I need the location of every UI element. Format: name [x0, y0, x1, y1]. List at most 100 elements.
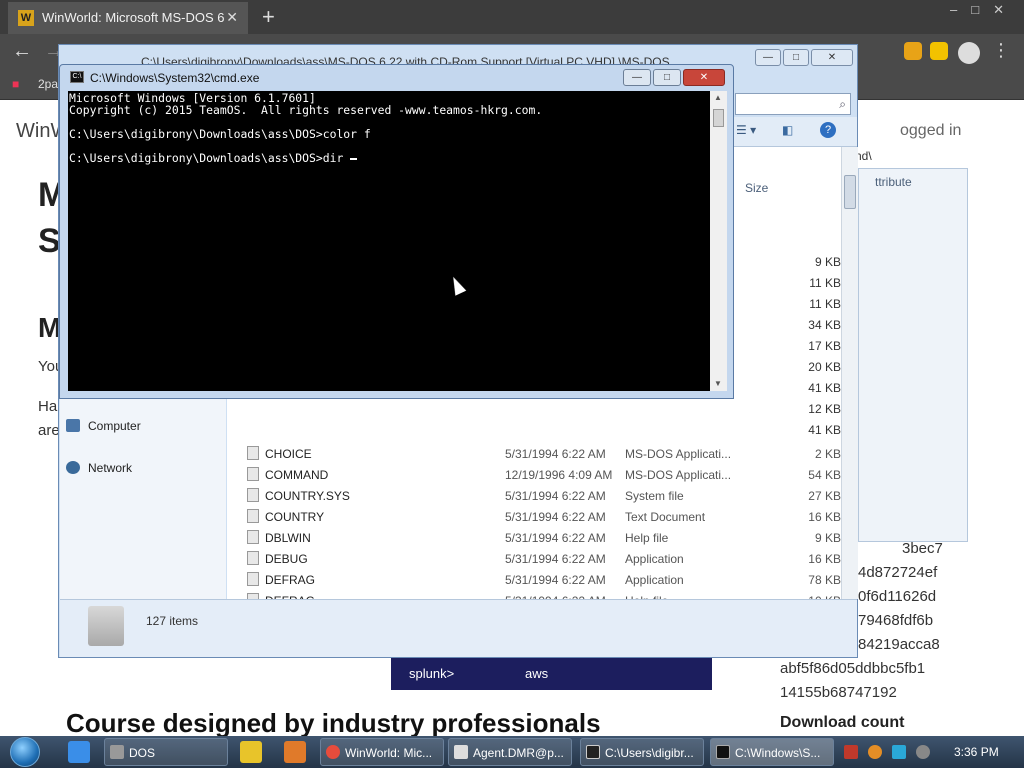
file-name: CHOICE	[265, 447, 312, 461]
nav-item-network[interactable]: Network	[66, 461, 132, 475]
path-fragment: nd\	[855, 149, 872, 163]
file-icon	[247, 446, 259, 460]
browser-window-controls[interactable]: –□✕	[950, 2, 1018, 18]
file-row[interactable]: DBLWIN 5/31/1994 6:22 AM Help file 9 KB	[227, 527, 841, 548]
file-date: 5/31/1994 6:22 AM	[505, 552, 606, 566]
hash-line: 4d872724ef	[858, 564, 938, 581]
file-icon	[247, 509, 259, 523]
internet-explorer-icon[interactable]	[68, 741, 90, 763]
back-arrow-icon[interactable]: ←	[12, 40, 32, 63]
winworld-favicon-icon: W	[18, 10, 34, 26]
browser-menu-icon[interactable]: ⋮	[992, 40, 1010, 61]
aws-logo: aws	[525, 666, 549, 681]
taskbar-button-winworld[interactable]: WinWorld: Mic...	[320, 738, 444, 766]
file-size-cell: 34 KB	[808, 318, 841, 332]
attribute-column-header[interactable]: ttribute	[875, 175, 912, 189]
file-row[interactable]: DEFRAG5/31/1994 6:22 AMHelp file10 KB	[227, 590, 841, 599]
file-name: DBLWIN	[265, 531, 311, 545]
taskbar-button-cmd[interactable]: C:\Windows\S...	[710, 738, 834, 766]
taskbar-button-7zip[interactable]: C:\Users\digibr...	[580, 738, 704, 766]
file-icon	[247, 467, 259, 481]
file-row[interactable]: COMMAND 12/19/1996 4:09 AM MS-DOS Applicat…	[227, 464, 841, 485]
file-size: 9 KB	[814, 531, 841, 545]
taskbar-button-label: WinWorld: Mic...	[345, 746, 433, 760]
console-output[interactable]: Microsoft Windows [Version 6.1.7601] Cop…	[68, 91, 710, 391]
file-type: Help file	[625, 531, 669, 545]
hash-line: 84219acca8	[858, 636, 940, 653]
login-status[interactable]: ogged in	[900, 122, 961, 140]
console-prompt-line[interactable]: C:\Users\digibrony\Downloads\ass\DOS>dir	[69, 152, 710, 164]
profile-avatar-icon[interactable]	[958, 42, 980, 64]
start-button[interactable]	[6, 736, 46, 768]
file-date: 5/31/1994 6:22 AM	[505, 447, 606, 461]
search-input[interactable]: ⌕	[735, 93, 851, 115]
extension-icon[interactable]	[904, 42, 922, 60]
scroll-up-icon[interactable]: ▲	[714, 93, 722, 102]
file-row[interactable]: COUNTRY 5/31/1994 6:22 AM Text Document 16 …	[227, 506, 841, 527]
page-text-fragment: are	[38, 422, 60, 439]
extension-icon[interactable]	[930, 42, 948, 60]
network-icon[interactable]	[892, 745, 906, 759]
file-size-cell: 41 KB	[808, 381, 841, 395]
taskbar-button-dos[interactable]: DOS	[104, 738, 228, 766]
file-date: 5/31/1994 6:22 AM	[505, 510, 606, 524]
scrollbar-thumb[interactable]	[713, 109, 724, 127]
browser-tab-winworld[interactable]: W WinWorld: Microsoft MS-DOS 6 ✕	[8, 2, 248, 34]
file-size-cell: 11 KB	[809, 297, 841, 311]
cmd-window: C:\ C:\Windows\System32\cmd.exe — □ ✕ Micr…	[59, 64, 734, 399]
maximize-button[interactable]: □	[783, 49, 809, 66]
close-button[interactable]: ✕	[811, 49, 853, 66]
app-icon[interactable]	[284, 741, 306, 763]
file-date: 5/31/1994 6:22 AM	[505, 489, 606, 503]
file-type: System file	[625, 489, 684, 503]
preview-pane-icon[interactable]: ◧	[782, 123, 793, 137]
console-scrollbar[interactable]: ▲ ▼	[710, 91, 727, 391]
close-button[interactable]: ✕	[683, 69, 725, 86]
file-name: COUNTRY.SYS	[265, 489, 350, 503]
help-icon[interactable]: ?	[820, 122, 836, 138]
file-row[interactable]: CHOICE 5/31/1994 6:22 AM MS-DOS Applicati.…	[227, 443, 841, 464]
minimize-button[interactable]: —	[623, 69, 651, 86]
chrome-icon	[326, 745, 340, 759]
close-tab-icon[interactable]: ✕	[226, 9, 238, 26]
hash-line: 0f6d11626d	[858, 588, 937, 605]
file-size: 27 KB	[808, 489, 841, 503]
file-size-cell: 12 KB	[808, 402, 841, 416]
volume-icon[interactable]	[916, 745, 930, 759]
7zip-icon	[586, 745, 600, 759]
file-row[interactable]: DEBUG 5/31/1994 6:22 AM Application 16 KB	[227, 548, 841, 569]
file-list-scrollbar[interactable]	[841, 147, 858, 599]
size-column-header[interactable]: Size	[745, 181, 768, 195]
file-row[interactable]: COUNTRY.SYS 5/31/1994 6:22 AM System file 2…	[227, 485, 841, 506]
file-type: Application	[625, 552, 684, 566]
scrollbar-thumb[interactable]	[844, 175, 856, 209]
taskbar-clock[interactable]: 3:36 PM	[954, 745, 999, 759]
scroll-down-icon[interactable]: ▼	[714, 379, 722, 388]
file-row[interactable]: DEFRAG 5/31/1994 6:22 AM Application 78 KB	[227, 569, 841, 590]
nav-item-computer[interactable]: Computer	[66, 419, 141, 433]
file-size: 78 KB	[808, 573, 841, 587]
details-pane: ttribute	[858, 168, 968, 542]
media-player-icon[interactable]	[240, 741, 262, 763]
file-name: DEFRAG	[265, 573, 316, 587]
hash-line: 79468fdf6b	[858, 612, 934, 629]
explorer-window-controls: — □ ✕	[753, 49, 853, 66]
bookmark-item[interactable]: 2pa	[38, 77, 58, 91]
file-name: COUNTRY	[265, 510, 325, 524]
antivirus-icon[interactable]	[844, 745, 858, 759]
new-tab-button[interactable]: +	[262, 4, 275, 30]
windows-logo-icon	[10, 737, 40, 767]
maximize-button[interactable]: □	[653, 69, 681, 86]
file-size-cell: 9 KB	[814, 255, 841, 269]
file-size-cell: 41 KB	[808, 423, 841, 437]
file-icon	[247, 530, 259, 544]
search-icon[interactable]	[868, 745, 882, 759]
views-icon[interactable]: ☰ ▾	[736, 123, 756, 137]
taskbar-button-label: C:\Users\digibr...	[605, 746, 694, 760]
minimize-button[interactable]: —	[755, 49, 781, 66]
taskbar-button-agent[interactable]: Agent.DMR@p...	[448, 738, 572, 766]
console-line: C:\Users\digibrony\Downloads\ass\DOS>col…	[69, 127, 371, 141]
hash-line: abf5f86d05ddbbc5fb1	[780, 660, 926, 677]
file-type: MS-DOS Applicati...	[625, 468, 732, 482]
file-size: 16 KB	[808, 552, 841, 566]
